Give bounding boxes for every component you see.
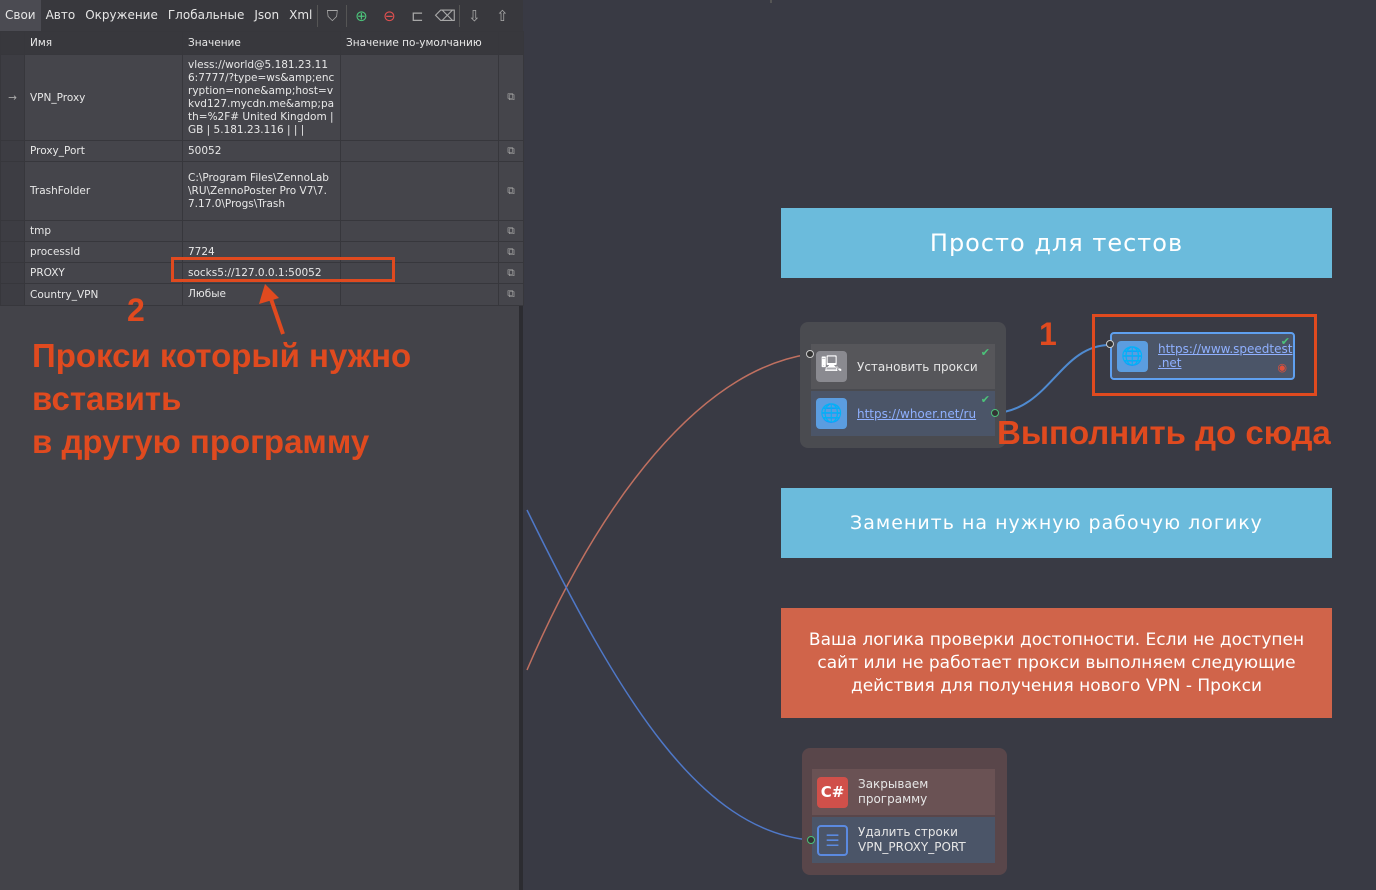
comment-banner-tests[interactable]: Просто для тестов [781,208,1332,278]
node-label: https://whoer.net/ru [857,406,977,421]
node-close-program[interactable]: C# Закрываем программу [812,769,995,815]
list-icon: ☰ [817,824,848,856]
globe-icon: 🌐 [1117,340,1148,372]
label-line: VPN_PROXY_PORT [858,840,966,854]
comment-banner-logic[interactable]: Ваша логика проверки достопности. Если н… [781,608,1332,718]
label-line: Удалить строки [858,825,958,839]
globe-icon: 🌐 [816,398,847,429]
label-line: .net [1158,356,1182,370]
node-whoer[interactable]: 🌐 https://whoer.net/ru ✔ [811,391,995,436]
check-icon: ✔ [1280,335,1290,348]
node-label: Удалить строки VPN_PROXY_PORT [858,825,966,855]
node-delete-rows[interactable]: ☰ Удалить строки VPN_PROXY_PORT [812,817,995,863]
connection-line [526,353,811,671]
csharp-icon: C# [817,776,848,808]
node-label: https://www.speedtest .net [1158,342,1292,370]
label-line: https://www.speedtest [1158,342,1293,356]
label-line: Закрываем [858,777,929,791]
computer-network-icon: 🖳 [816,351,847,382]
annotation-number-1: 1 [1039,316,1057,352]
node-set-proxy[interactable]: 🖳 Установить прокси ✔ [811,344,995,389]
connection-line [526,509,811,841]
comment-banner-replace[interactable]: Заменить на нужную рабочую логику [781,488,1332,558]
check-icon: ✔ [980,393,990,406]
node-speedtest[interactable]: 🌐 https://www.speedtest .net ✔ ◉ [1110,332,1295,380]
node-label: Закрываем программу [858,777,928,807]
input-port[interactable] [807,836,815,844]
input-port[interactable] [806,350,814,358]
label-line: программу [858,792,928,806]
breakpoint-icon[interactable]: ◉ [1277,361,1287,374]
check-icon: ✔ [980,346,990,359]
input-port[interactable] [1106,340,1114,348]
annotation-text-1: Выполнить до сюда [997,414,1331,451]
node-label: Установить прокси [857,359,978,374]
